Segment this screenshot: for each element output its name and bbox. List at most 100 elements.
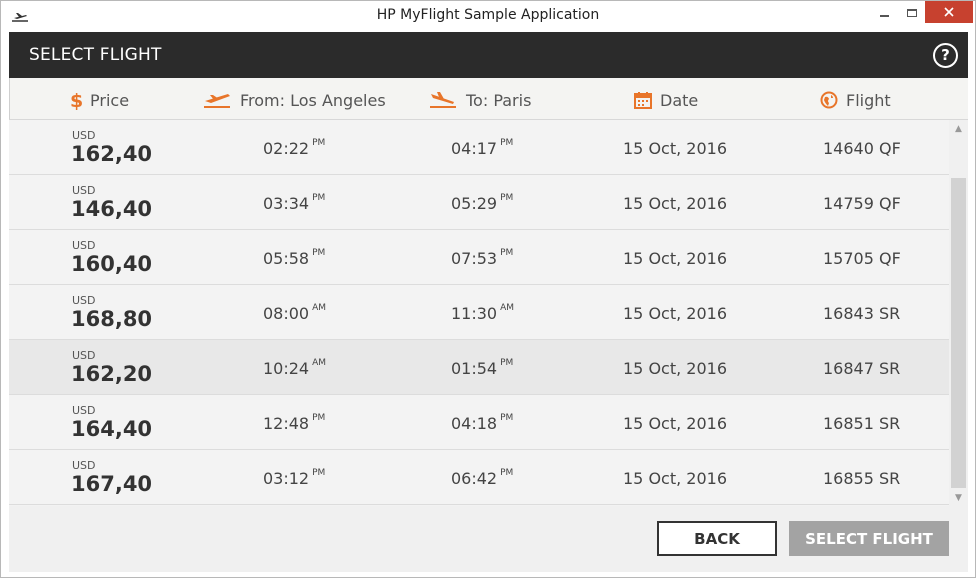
- dollar-icon: $: [70, 90, 82, 110]
- departure-time-value: 12:48: [263, 414, 310, 433]
- arrival-time-value: 05:29: [451, 194, 498, 213]
- arrival-time: 04:18 PM: [451, 413, 514, 433]
- currency-label: USD: [72, 184, 96, 197]
- scroll-down-arrow-icon[interactable]: ▼: [949, 489, 968, 506]
- currency-label: USD: [72, 239, 96, 252]
- departure-ampm: PM: [312, 468, 326, 478]
- arrival-time: 05:29 PM: [451, 193, 513, 213]
- arrival-ampm: PM: [500, 413, 514, 423]
- arrival-time: 06:42 PM: [451, 468, 514, 488]
- departure-time: 05:58 PM: [263, 248, 326, 268]
- column-headers: $ Price From: Los Angeles To: Paris Date…: [9, 78, 968, 120]
- date-header-label: Date: [660, 90, 699, 110]
- currency-label: USD: [72, 459, 96, 472]
- flight-row[interactable]: USD 168,80 08:00 AM 11:30 AM 15 Oct, 2016 …: [9, 285, 949, 340]
- takeoff-icon: [204, 94, 230, 108]
- column-header-flight[interactable]: Flight: [820, 89, 891, 111]
- column-header-to[interactable]: To: Paris: [428, 89, 531, 111]
- arrival-time: 11:30 AM: [451, 303, 515, 323]
- price-value: 168,80: [71, 307, 153, 331]
- landing-icon: [430, 92, 456, 108]
- window-title: HP MyFlight Sample Application: [376, 7, 600, 23]
- minimize-icon: [879, 15, 889, 17]
- select-flight-button[interactable]: SELECT FLIGHT: [789, 521, 949, 556]
- departure-time: 03:12 PM: [263, 468, 326, 488]
- arrival-ampm: PM: [500, 468, 514, 478]
- currency-label: USD: [72, 129, 96, 142]
- price-value: 162,40: [71, 142, 153, 166]
- currency-label: USD: [72, 404, 96, 417]
- flight-row[interactable]: USD 162,40 02:22 PM 04:17 PM 15 Oct, 2016 …: [9, 120, 949, 175]
- page-header: SELECT FLIGHT ?: [9, 32, 968, 78]
- vertical-scrollbar[interactable]: ▲ ▼: [949, 120, 968, 506]
- departure-time: 03:34 PM: [263, 193, 326, 213]
- calendar-icon: [634, 92, 652, 109]
- departure-time: 10:24 AM: [263, 358, 327, 378]
- globe-icon: [820, 91, 838, 109]
- flight-date: 15 Oct, 2016: [623, 249, 727, 268]
- arrival-time-value: 11:30: [451, 304, 498, 323]
- departure-ampm: AM: [312, 358, 327, 368]
- maximize-button[interactable]: [895, 1, 929, 25]
- app-window: HP MyFlight Sample Application SELECT FL…: [0, 0, 976, 578]
- arrival-time-value: 04:18: [451, 414, 498, 433]
- help-button[interactable]: ?: [933, 43, 958, 68]
- departure-ampm: PM: [312, 248, 326, 258]
- flight-row[interactable]: USD 164,40 12:48 PM 04:18 PM 15 Oct, 2016 …: [9, 395, 949, 450]
- departure-time: 02:22 PM: [263, 138, 325, 158]
- flight-number: 16855 SR: [823, 469, 901, 488]
- price-value: 160,40: [71, 252, 153, 276]
- flight-row[interactable]: USD 160,40 05:58 PM 07:53 PM 15 Oct, 2016 …: [9, 230, 949, 285]
- price-value: 162,20: [71, 362, 153, 386]
- flight-number: 16843 SR: [823, 304, 901, 323]
- price-value: 167,40: [71, 472, 153, 496]
- arrival-time-value: 04:17: [451, 139, 498, 158]
- arrival-ampm: AM: [500, 303, 515, 313]
- scroll-up-arrow-icon[interactable]: ▲: [949, 120, 968, 137]
- flight-date: 15 Oct, 2016: [623, 139, 727, 158]
- flight-header-label: Flight: [846, 90, 891, 110]
- arrival-ampm: PM: [500, 248, 514, 258]
- departure-time-value: 02:22: [263, 139, 310, 158]
- departure-time-value: 03:34: [263, 194, 310, 213]
- arrival-time: 01:54 PM: [451, 358, 513, 378]
- close-icon: [944, 7, 954, 17]
- flight-date: 15 Oct, 2016: [623, 194, 727, 213]
- column-header-price[interactable]: $ Price: [70, 89, 129, 111]
- arrival-time: 04:17 PM: [451, 138, 514, 158]
- departure-ampm: AM: [312, 303, 327, 313]
- scrollbar-thumb[interactable]: [951, 178, 966, 488]
- from-header-label: From: Los Angeles: [240, 90, 386, 110]
- departure-ampm: PM: [312, 413, 326, 423]
- flight-number: 15705 QF: [823, 249, 901, 268]
- price-value: 146,40: [71, 197, 153, 221]
- arrival-time-value: 01:54: [451, 359, 498, 378]
- column-header-date[interactable]: Date: [634, 89, 698, 111]
- title-bar: HP MyFlight Sample Application: [1, 1, 975, 32]
- back-button[interactable]: BACK: [657, 521, 777, 556]
- flight-row-selected[interactable]: USD 162,20 10:24 AM 01:54 PM 15 Oct, 2016 …: [9, 340, 949, 395]
- flight-date: 15 Oct, 2016: [623, 304, 727, 323]
- currency-label: USD: [72, 294, 96, 307]
- departure-time-value: 08:00: [263, 304, 310, 323]
- departure-time: 12:48 PM: [263, 413, 326, 433]
- flight-row[interactable]: USD 146,40 03:34 PM 05:29 PM 15 Oct, 2016 …: [9, 175, 949, 230]
- flight-list-panel: $ Price From: Los Angeles To: Paris Date…: [9, 78, 968, 572]
- arrival-time: 07:53 PM: [451, 248, 514, 268]
- close-button[interactable]: [925, 1, 973, 23]
- maximize-icon: [907, 9, 917, 17]
- flight-date: 15 Oct, 2016: [623, 359, 727, 378]
- price-header-label: Price: [90, 90, 130, 110]
- currency-label: USD: [72, 349, 96, 362]
- arrival-ampm: PM: [500, 138, 514, 148]
- flight-number: 16851 SR: [823, 414, 901, 433]
- flight-date: 15 Oct, 2016: [623, 414, 727, 433]
- departure-time: 08:00 AM: [263, 303, 327, 323]
- to-header-label: To: Paris: [466, 90, 532, 110]
- flight-date: 15 Oct, 2016: [623, 469, 727, 488]
- departure-time-value: 05:58: [263, 249, 310, 268]
- arrival-time-value: 07:53: [451, 249, 498, 268]
- flight-row[interactable]: USD 167,40 03:12 PM 06:42 PM 15 Oct, 2016 …: [9, 450, 949, 505]
- departure-ampm: PM: [312, 193, 326, 203]
- column-header-from[interactable]: From: Los Angeles: [202, 89, 386, 111]
